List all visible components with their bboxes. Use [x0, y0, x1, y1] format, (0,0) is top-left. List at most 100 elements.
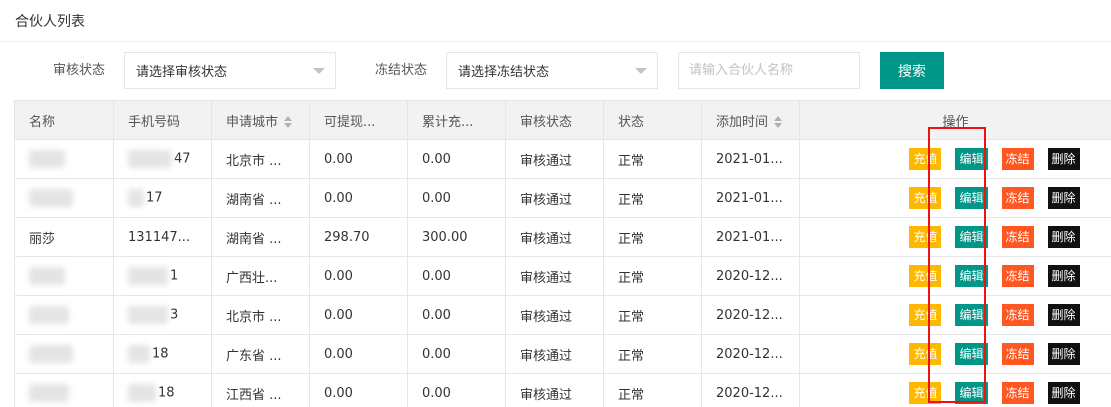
- delete-button[interactable]: 删除: [1047, 304, 1080, 326]
- recharge-button[interactable]: 充值: [909, 148, 942, 170]
- sort-icon[interactable]: [774, 116, 783, 128]
- cell-status: 正常: [603, 373, 702, 407]
- freeze-status-select[interactable]: 请选择冻结状态: [446, 52, 658, 89]
- header-city[interactable]: 申请城市: [211, 100, 310, 140]
- cell-total-recharge: 0.00: [407, 373, 506, 407]
- cell-added-time: 2021-01...: [701, 178, 800, 218]
- cell-status: 正常: [603, 256, 702, 296]
- row-actions: 充值 编辑 冻结 删除: [831, 187, 1080, 209]
- freeze-button[interactable]: 冻结: [1001, 148, 1034, 170]
- cell-actions: 充值 编辑 冻结 删除: [799, 217, 1111, 257]
- cell-name: [14, 256, 114, 296]
- cell-city: 北京市 ...: [211, 295, 310, 335]
- header-added-time[interactable]: 添加时间: [701, 100, 800, 140]
- partner-name-input[interactable]: [678, 52, 860, 89]
- cell-total-recharge: 0.00: [407, 139, 506, 179]
- header-city-label: 申请城市: [226, 114, 279, 130]
- cell-added-time: 2020-12...: [701, 373, 800, 407]
- row-actions: 充值 编辑 冻结 删除: [831, 226, 1080, 248]
- redacted-blur: [128, 306, 168, 324]
- recharge-button[interactable]: 充值: [909, 226, 942, 248]
- freeze-button[interactable]: 冻结: [1001, 187, 1034, 209]
- header-name: 名称: [14, 100, 114, 140]
- cell-phone: 17: [113, 178, 212, 218]
- header-phone: 手机号码: [113, 100, 212, 140]
- audit-status-label: 审核状态: [53, 63, 106, 78]
- cell-name: 丽莎: [14, 217, 114, 257]
- cell-phone: 1: [113, 256, 212, 296]
- cell-phone-text: 131147...: [128, 229, 191, 245]
- cell-audit-status: 审核通过: [505, 256, 604, 296]
- redacted-blur: [29, 150, 65, 168]
- cell-added-time: 2020-12...: [701, 256, 800, 296]
- delete-button[interactable]: 删除: [1047, 226, 1080, 248]
- cell-added-time: 2021-01...: [701, 139, 800, 179]
- cell-phone-text: 1: [170, 268, 179, 284]
- cell-audit-status: 审核通过: [505, 217, 604, 257]
- cell-phone: 3: [113, 295, 212, 335]
- cell-phone: 131147...: [113, 217, 212, 257]
- cell-status: 正常: [603, 178, 702, 218]
- partner-table: 名称 手机号码 申请城市 可提现... 累计充... 审核状态 状态 添加时间 …: [14, 100, 1111, 407]
- cell-name: [14, 334, 114, 374]
- cell-withdrawable: 0.00: [309, 178, 408, 218]
- header-status: 状态: [603, 100, 702, 140]
- cell-total-recharge: 0.00: [407, 295, 506, 335]
- recharge-button[interactable]: 充值: [909, 304, 942, 326]
- edit-button[interactable]: 编辑: [955, 226, 988, 248]
- delete-button[interactable]: 删除: [1047, 382, 1080, 404]
- header-added-time-label: 添加时间: [716, 114, 769, 130]
- cell-status: 正常: [603, 217, 702, 257]
- edit-button[interactable]: 编辑: [955, 304, 988, 326]
- edit-button[interactable]: 编辑: [955, 148, 988, 170]
- edit-button[interactable]: 编辑: [955, 382, 988, 404]
- redacted-blur: [128, 267, 168, 285]
- cell-total-recharge: 0.00: [407, 178, 506, 218]
- cell-audit-status: 审核通过: [505, 139, 604, 179]
- delete-button[interactable]: 删除: [1047, 187, 1080, 209]
- row-actions: 充值 编辑 冻结 删除: [831, 148, 1080, 170]
- cell-actions: 充值 编辑 冻结 删除: [799, 256, 1111, 296]
- edit-button[interactable]: 编辑: [955, 265, 988, 287]
- cell-phone-text: 17: [146, 190, 163, 206]
- redacted-blur: [128, 150, 172, 168]
- cell-status: 正常: [603, 295, 702, 335]
- freeze-button[interactable]: 冻结: [1001, 226, 1034, 248]
- redacted-blur: [29, 384, 69, 402]
- search-button[interactable]: 搜索: [880, 52, 944, 89]
- cell-city: 广西壮...: [211, 256, 310, 296]
- cell-actions: 充值 编辑 冻结 删除: [799, 334, 1111, 374]
- freeze-button[interactable]: 冻结: [1001, 304, 1034, 326]
- delete-button[interactable]: 删除: [1047, 265, 1080, 287]
- cell-total-recharge: 300.00: [407, 217, 506, 257]
- redacted-blur: [29, 267, 65, 285]
- freeze-button[interactable]: 冻结: [1001, 382, 1034, 404]
- edit-button[interactable]: 编辑: [955, 343, 988, 365]
- redacted-blur: [29, 189, 73, 207]
- freeze-button[interactable]: 冻结: [1001, 343, 1034, 365]
- filter-bar: 审核状态 请选择审核状态 冻结状态 请选择冻结状态 搜索: [0, 52, 1111, 89]
- recharge-button[interactable]: 充值: [909, 382, 942, 404]
- header-withdrawable: 可提现...: [309, 100, 408, 140]
- audit-status-select[interactable]: 请选择审核状态: [124, 52, 336, 89]
- edit-button[interactable]: 编辑: [955, 187, 988, 209]
- cell-phone-text: 3: [170, 307, 179, 323]
- cell-withdrawable: 0.00: [309, 256, 408, 296]
- freeze-button[interactable]: 冻结: [1001, 265, 1034, 287]
- delete-button[interactable]: 删除: [1047, 343, 1080, 365]
- delete-button[interactable]: 删除: [1047, 148, 1080, 170]
- redacted-blur: [29, 345, 73, 363]
- page-title: 合伙人列表: [15, 13, 85, 30]
- cell-phone-text: 47: [174, 151, 191, 167]
- freeze-status-select-value: 请选择冻结状态: [458, 65, 550, 80]
- recharge-button[interactable]: 充值: [909, 343, 942, 365]
- recharge-button[interactable]: 充值: [909, 265, 942, 287]
- recharge-button[interactable]: 充值: [909, 187, 942, 209]
- cell-status: 正常: [603, 139, 702, 179]
- audit-status-select-value: 请选择审核状态: [136, 65, 228, 80]
- cell-added-time: 2020-12...: [701, 295, 800, 335]
- cell-name: [14, 295, 114, 335]
- sort-icon[interactable]: [284, 116, 293, 128]
- cell-withdrawable: 0.00: [309, 334, 408, 374]
- redacted-blur: [128, 384, 156, 402]
